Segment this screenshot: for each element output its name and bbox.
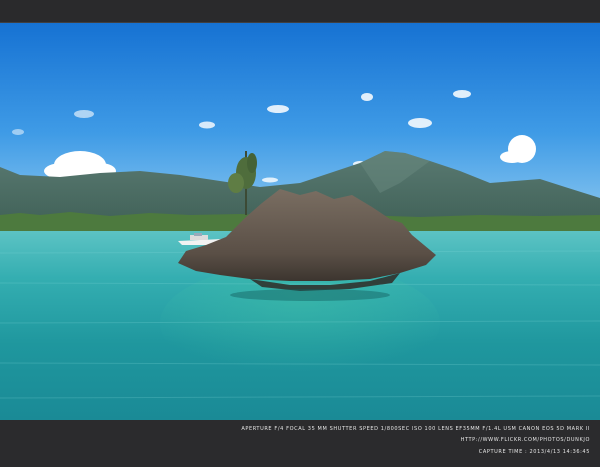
top-border <box>0 0 600 23</box>
photo-url[interactable]: http://www.flickr.com/photos/dunkjo <box>461 437 590 443</box>
photo-scene <box>0 23 600 420</box>
rock-reflection <box>230 289 390 301</box>
exif-info: Aperture f/4 Focal 35 mm Shutter speed 1… <box>241 426 590 432</box>
exif-caption: Aperture f/4 Focal 35 mm Shutter speed 1… <box>0 420 600 467</box>
landscape-photo <box>0 23 600 420</box>
photo-frame: Aperture f/4 Focal 35 mm Shutter speed 1… <box>0 0 600 467</box>
capture-time: Capture Time : 2013/4/13 14:36:45 <box>478 449 590 455</box>
